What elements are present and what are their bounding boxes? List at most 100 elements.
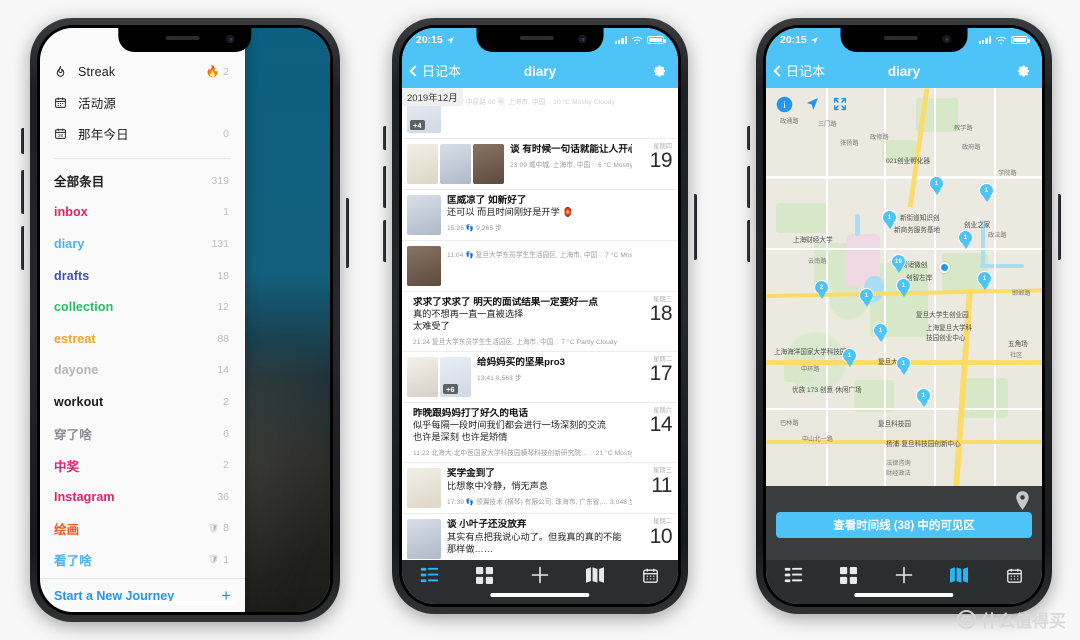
journal-item-看了啥[interactable]: 看了啥 🛡 1 [40, 544, 245, 576]
entry-row[interactable]: 奖学金到了 比想象中冷静，悄无声息 17:39 👣 领翼技术 (横琴) 有限公司, … [402, 463, 678, 515]
map-pin[interactable]: 1 [859, 288, 874, 303]
journal-item-diary[interactable]: diary 131 [40, 228, 245, 260]
journal-item-绘画[interactable]: 绘画 🛡 8 [40, 513, 245, 545]
map-pin[interactable]: 19 [891, 254, 906, 269]
journal-label: Instagram [54, 489, 115, 504]
tab-map-view[interactable] [568, 567, 623, 588]
journal-label: dayone [54, 363, 99, 378]
home-indicator[interactable] [854, 592, 954, 597]
journal-label: 看了啥 [54, 554, 92, 569]
info-button[interactable]: i [776, 96, 793, 113]
tab-grid-view[interactable] [821, 566, 876, 589]
entry-row[interactable]: 昨晚跟妈妈打了好久的电话 似乎每隔一段时间我们都会进行一场深刻的交流 也许是深刻 也… [402, 403, 678, 464]
entry-list[interactable]: 2019年12月 +4 17:57 中原路 60 号, 上海市, 中国 ◌ 10 … [402, 88, 678, 560]
drawer-item-activity-feed[interactable]: 活动源 [40, 87, 245, 118]
map-pin[interactable]: 1 [916, 388, 931, 403]
entry-meta: 17:39 👣 领翼技术 (横琴) 有限公司, 珠海市, 广东省,… 3,048… [447, 498, 632, 506]
tab-list-view[interactable] [766, 567, 821, 588]
tab-map-view[interactable] [932, 567, 987, 588]
journal-item-collection[interactable]: collection 12 [40, 291, 245, 323]
journal-label: inbox [54, 205, 88, 220]
drawer-item-streak[interactable]: Streak 🔥 2 [40, 56, 245, 87]
entry-row[interactable]: 谈 有时候一句话就能让人开心起来 23:09 城中城, 上海市, 中国 ◌ 6 °… [402, 139, 678, 190]
start-new-journal-button[interactable]: Start a New Journey + [40, 578, 245, 612]
journal-count: 14 [217, 364, 229, 377]
journal-count: 2 [223, 395, 229, 408]
home-indicator[interactable] [490, 592, 590, 597]
tab-plus[interactable] [876, 565, 931, 590]
entry-thumbnail [407, 195, 441, 235]
drawer-item-on-this-day[interactable]: 28 那年今日 0 [40, 118, 245, 149]
settings-button[interactable] [1016, 65, 1031, 80]
journal-item-inbox[interactable]: inbox 1 [40, 197, 245, 229]
map-pin[interactable]: 1 [896, 356, 911, 371]
navigation-button[interactable] [804, 96, 820, 112]
map-pin[interactable]: 1 [882, 210, 897, 225]
entry-row[interactable]: +6 给妈妈买的坚果pro3 13:41 8,563 步 星期二 17 [402, 352, 678, 404]
entry-text: 昨晚跟妈妈打了好久的电话 似乎每隔一段时间我们都会进行一场深刻的交流 也许是深刻 也… [407, 408, 636, 457]
journal-item-drafts[interactable]: drafts 18 [40, 260, 245, 292]
map-pin[interactable]: 1 [979, 183, 994, 198]
tab-plus[interactable] [512, 565, 567, 590]
tab-calendar-view[interactable] [623, 567, 678, 589]
journal-item-dayone[interactable]: dayone 14 [40, 355, 245, 387]
home-indicator[interactable] [132, 600, 238, 605]
map-pin[interactable]: 1 [929, 176, 944, 191]
map-label: 上海复旦大学科 [926, 325, 973, 332]
entry-body-2: 也许是深刻 也许是矫情 [413, 432, 508, 443]
entry-day: 18 [649, 302, 673, 326]
map-label: 复旦科技园 [878, 421, 911, 428]
map-pin[interactable]: 2 [814, 280, 829, 295]
map-pin[interactable]: 1 [958, 230, 973, 245]
view-visible-region-button[interactable]: 查看时间线 (38) 中的可见区 [776, 512, 1032, 538]
map-pin[interactable]: 1 [977, 271, 992, 286]
list-view-icon [784, 567, 803, 588]
entry-meta: 11:04 👣 复旦大学东员学生生活园区, 上海市, 中国 ◌ 7 °C Mos… [447, 252, 632, 259]
tab-list-view[interactable] [402, 567, 457, 588]
map-view[interactable]: 021创业孵化器 三门路 政修路 张扬路 政府路 教学路 政通路 创业之家 新街道知识创 新商务服… [766, 88, 1042, 530]
journal-item-穿了啥[interactable]: 穿了啥 6 [40, 418, 245, 450]
chevron-left-icon [409, 64, 421, 77]
journal-item-全部条目[interactable]: 全部条目 319 [40, 165, 245, 197]
settings-button[interactable] [652, 65, 667, 80]
journal-item-Instagram[interactable]: Instagram 36 [40, 481, 245, 513]
calendar-view-icon [1006, 567, 1023, 589]
entry-row[interactable]: 谈 小叶子还没放弃其实有点把我说心动了。但我真的真的不能那样做……12:05 厦… [402, 514, 678, 560]
list-view-icon [420, 567, 439, 588]
map-pin[interactable]: 1 [842, 348, 857, 363]
journal-drawer: Streak 🔥 2 活动源 28 那年今日 0 全部条目 319 inbox … [40, 28, 245, 612]
cta-label: 查看时间线 (38) 中的可见区 [833, 520, 975, 532]
map-pin[interactable]: 1 [896, 278, 911, 293]
grid-view-icon [476, 566, 494, 589]
back-button[interactable]: 日记本 [773, 61, 825, 80]
entry-meta: 11:22 北海大·北中医国家大学科技园横琴科技创新研究院… ◌ 21 °C M… [413, 450, 632, 458]
journal-item-estreat[interactable]: estreat 88 [40, 323, 245, 355]
notch [118, 28, 252, 52]
journal-count: 1 [223, 553, 229, 566]
expand-button[interactable] [832, 96, 848, 112]
tab-grid-view[interactable] [457, 566, 512, 589]
entry-row[interactable]: 11:04 👣 复旦大学东员学生生活园区, 上海市, 中国 ◌ 7 °C Mos… [402, 241, 678, 292]
entry-date: 星期六 14 [636, 407, 673, 457]
journal-item-中奖[interactable]: 中奖 2 [40, 449, 245, 481]
entry-text: 11:04 👣 复旦大学东员学生生活园区, 上海市, 中国 ◌ 7 °C Mos… [441, 246, 636, 286]
back-button[interactable]: 日记本 [409, 61, 461, 80]
entry-meta: 21:24 复旦大学东员学生生活园区, 上海市, 中国 ◌ 7 °C Partl… [413, 339, 618, 347]
calendar-icon [54, 96, 78, 109]
entry-thumbnail [440, 144, 471, 184]
map-label: 上海财经大学 [793, 237, 833, 244]
journal-item-workout[interactable]: workout 2 [40, 386, 245, 418]
tab-calendar-view[interactable] [987, 567, 1042, 589]
entry-date: 星期四 19 [636, 143, 673, 184]
entry-text: 匡威凉了 如新好了 还可以 而且时间刚好是开学 🏮 15:26 👣 9,265 步 [441, 195, 636, 235]
entry-row[interactable]: 求求了求求了 明天的面试结果一定要好一点 真的不想再一直一直被选择 太难受了 21:2… [402, 292, 678, 353]
streak-flame-icon: 🔥 [205, 66, 220, 78]
map-label: 邯郸路 [1012, 290, 1031, 297]
map-label: 政府路 [962, 144, 981, 151]
gear-icon [653, 65, 666, 77]
map-pin[interactable]: 1 [873, 323, 888, 338]
drawer-divider [54, 158, 231, 159]
plus-icon [530, 565, 550, 590]
entry-row[interactable]: 匡威凉了 如新好了 还可以 而且时间刚好是开学 🏮 15:26 👣 9,265 步 [402, 190, 678, 241]
journal-count: 8 [223, 522, 229, 535]
